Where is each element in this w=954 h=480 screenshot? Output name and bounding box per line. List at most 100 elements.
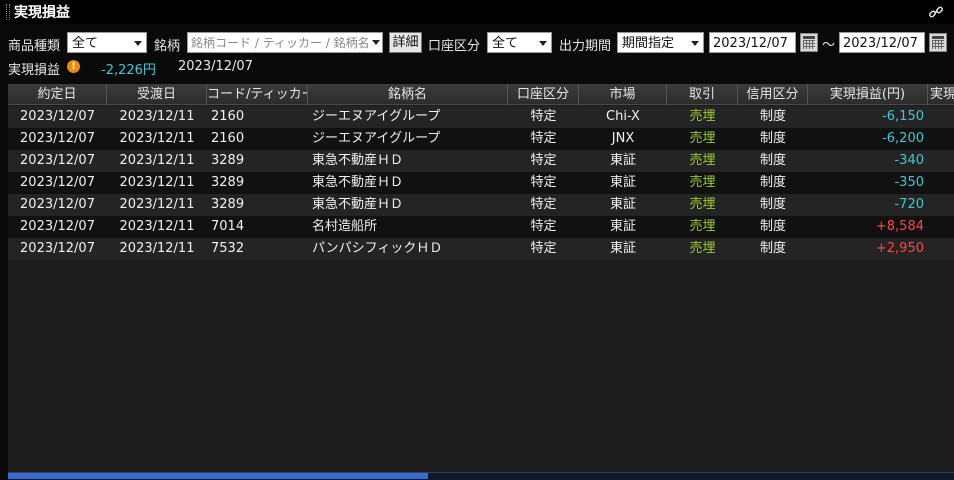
cell-account: 特定 <box>530 197 557 212</box>
cell-realized-pl: -6,200 <box>882 131 924 146</box>
cell-trade-date: 2023/12/07 <box>20 219 95 234</box>
cell-trade: 売埋 <box>689 109 716 124</box>
cell-code: 2160 <box>211 109 245 124</box>
account-type-select[interactable]: 全て <box>487 32 552 53</box>
cell-issue-name: 東急不動産ＨＤ <box>312 175 404 190</box>
cell-code: 3289 <box>211 197 245 212</box>
cell-account: 特定 <box>530 241 557 256</box>
issue-label: 銘柄 <box>154 39 181 54</box>
cell-account: 特定 <box>530 219 557 234</box>
chevron-down-icon <box>134 41 142 46</box>
cell-credit: 制度 <box>759 241 786 256</box>
product-type-value: 全て <box>72 36 99 51</box>
cell-settle-date: 2023/12/11 <box>119 197 195 212</box>
account-type-value: 全て <box>492 36 519 51</box>
cell-trade: 売埋 <box>689 219 716 234</box>
cell-market: 東証 <box>609 197 636 212</box>
header-account[interactable]: 口座区分 <box>508 84 579 105</box>
issue-search-input[interactable]: 銘柄コード / ティッカー / 銘柄名 <box>187 32 383 53</box>
cell-code: 7532 <box>211 241 245 256</box>
cell-trade-date: 2023/12/07 <box>20 131 95 146</box>
realized-pl-table: 約定日 受渡日 コード/ティッカー 銘柄名 口座区分 市場 取引 信用区分 実現… <box>8 84 954 474</box>
cell-credit: 制度 <box>759 197 786 212</box>
warning-icon[interactable]: ! <box>67 60 80 73</box>
cell-trade: 売埋 <box>689 131 716 146</box>
cell-realized-pl: -340 <box>894 153 924 168</box>
cell-issue-name: 東急不動産ＨＤ <box>312 153 404 168</box>
scrollbar-thumb[interactable] <box>8 473 428 479</box>
header-settle-date[interactable]: 受渡日 <box>107 84 207 105</box>
cell-credit: 制度 <box>759 153 786 168</box>
header-trade[interactable]: 取引 <box>667 84 738 105</box>
drag-grip-icon[interactable] <box>6 4 10 20</box>
cell-credit: 制度 <box>759 175 786 190</box>
cell-trade-date: 2023/12/07 <box>20 153 95 168</box>
header-market[interactable]: 市場 <box>579 84 667 105</box>
cell-issue-name: 東急不動産ＨＤ <box>312 197 404 212</box>
cell-credit: 制度 <box>759 109 786 124</box>
cell-account: 特定 <box>530 175 557 190</box>
header-realized-more[interactable]: 実現 <box>928 84 954 105</box>
cell-realized-pl: -720 <box>894 197 924 212</box>
product-type-select[interactable]: 全て <box>67 32 147 53</box>
cell-issue-name: パンパシフィックＨＤ <box>312 241 443 256</box>
period-label: 出力期間 <box>559 39 612 54</box>
cell-trade: 売埋 <box>689 197 716 212</box>
calendar-icon[interactable] <box>929 33 947 52</box>
cell-settle-date: 2023/12/11 <box>119 153 195 168</box>
cell-trade-date: 2023/12/07 <box>20 197 95 212</box>
cell-issue-name: ジーエヌアイグループ <box>312 131 441 146</box>
cell-account: 特定 <box>530 131 557 146</box>
table-header-row: 約定日 受渡日 コード/ティッカー 銘柄名 口座区分 市場 取引 信用区分 実現… <box>8 84 954 105</box>
cell-trade: 売埋 <box>689 241 716 256</box>
header-issue-name[interactable]: 銘柄名 <box>308 84 508 105</box>
cell-settle-date: 2023/12/11 <box>119 219 195 234</box>
cell-account: 特定 <box>530 109 557 124</box>
issue-dropdown-chevron-icon[interactable] <box>372 40 380 45</box>
calendar-icon[interactable] <box>800 33 818 52</box>
date-range-tilde: ～ <box>822 38 836 53</box>
cell-issue-name: 名村造船所 <box>312 219 378 234</box>
cell-code: 2160 <box>211 131 245 146</box>
cell-settle-date: 2023/12/11 <box>119 175 195 190</box>
title-bar: 実現損益 <box>0 0 954 24</box>
table-row[interactable]: 2023/12/07 2023/12/11 3289 東急不動産ＨＤ 特定 東証 売埋 制度 -… <box>8 172 954 194</box>
cell-code: 7014 <box>211 219 245 234</box>
period-select[interactable]: 期間指定 <box>617 32 704 53</box>
filter-bar: 商品種類 全て 銘柄 銘柄コード / ティッカー / 銘柄名 詳細 口座区分 全… <box>0 31 954 54</box>
cell-trade-date: 2023/12/07 <box>20 241 95 256</box>
chevron-down-icon <box>539 41 547 46</box>
cell-credit: 制度 <box>759 131 786 146</box>
cell-trade: 売埋 <box>689 153 716 168</box>
cell-settle-date: 2023/12/11 <box>119 131 195 146</box>
link-icon[interactable] <box>928 4 944 20</box>
header-credit[interactable]: 信用区分 <box>738 84 808 105</box>
cell-market: 東証 <box>609 153 636 168</box>
table-row[interactable]: 2023/12/07 2023/12/11 3289 東急不動産ＨＤ 特定 東証 売埋 制度 -… <box>8 194 954 216</box>
horizontal-scrollbar[interactable] <box>8 472 954 480</box>
date-from-input[interactable]: 2023/12/07 <box>709 32 796 53</box>
header-trade-date[interactable]: 約定日 <box>8 84 107 105</box>
header-realized-pl[interactable]: 実現損益(円) <box>808 84 928 105</box>
detail-button[interactable]: 詳細 <box>389 32 422 53</box>
product-type-label: 商品種類 <box>8 39 61 54</box>
cell-trade-date: 2023/12/07 <box>20 175 95 190</box>
table-row[interactable]: 2023/12/07 2023/12/11 2160 ジーエヌアイグループ 特定 Chi-… <box>8 106 954 128</box>
period-value: 期間指定 <box>622 36 675 51</box>
header-code[interactable]: コード/ティッカー <box>207 84 308 105</box>
cell-settle-date: 2023/12/11 <box>119 109 195 124</box>
date-to-input[interactable]: 2023/12/07 <box>839 32 925 53</box>
table-row[interactable]: 2023/12/07 2023/12/11 2160 ジーエヌアイグループ 特定 JNX 売… <box>8 128 954 150</box>
cell-market: Chi-X <box>606 109 640 124</box>
chevron-down-icon <box>691 41 699 46</box>
cell-market: 東証 <box>609 219 636 234</box>
cell-trade: 売埋 <box>689 175 716 190</box>
cell-account: 特定 <box>530 153 557 168</box>
table-row[interactable]: 2023/12/07 2023/12/11 7532 パンパシフィックＨＤ 特定 東証 売埋… <box>8 238 954 260</box>
table-row[interactable]: 2023/12/07 2023/12/11 3289 東急不動産ＨＤ 特定 東証 売埋 制度 -… <box>8 150 954 172</box>
cell-trade-date: 2023/12/07 <box>20 109 95 124</box>
summary-label: 実現損益 <box>8 63 61 78</box>
cell-realized-pl: +8,584 <box>875 219 924 234</box>
issue-search-placeholder: 銘柄コード / ティッカー / 銘柄名 <box>191 36 370 50</box>
table-row[interactable]: 2023/12/07 2023/12/11 7014 名村造船所 特定 東証 売埋 制度 +8,… <box>8 216 954 238</box>
